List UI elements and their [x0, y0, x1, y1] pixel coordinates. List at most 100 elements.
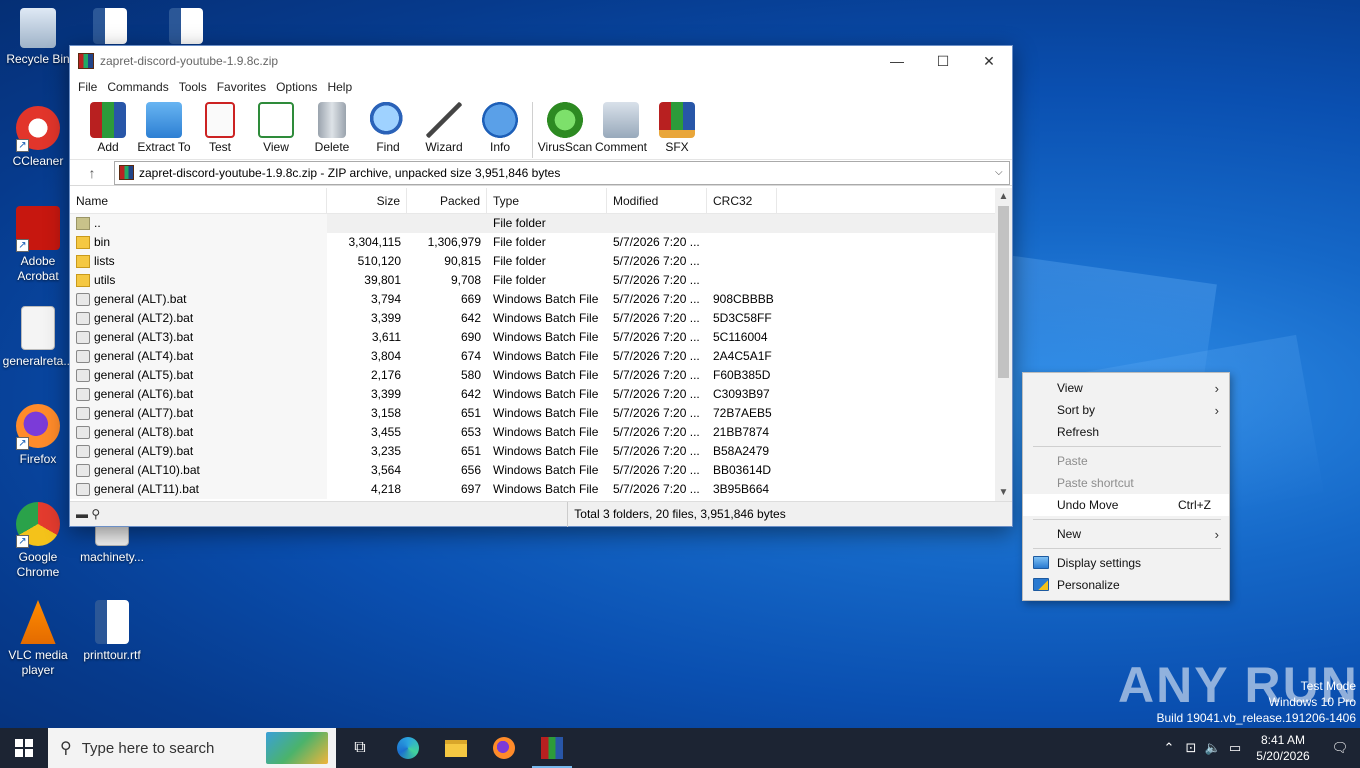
winrar-archive-icon — [119, 165, 134, 180]
column-header-packed[interactable]: Packed — [407, 188, 487, 214]
drive-key-icon[interactable]: ▬ ⚲ — [70, 507, 567, 521]
extract-folder-icon — [146, 102, 182, 138]
notification-icon[interactable]: 🗨 — [1320, 740, 1360, 756]
extract-to-button[interactable]: Extract To — [136, 98, 192, 154]
menu-options[interactable]: Options — [274, 80, 325, 94]
chevron-down-icon[interactable]: ⌵ — [995, 167, 1009, 178]
scroll-down-icon[interactable]: ▼ — [995, 484, 1012, 501]
menu-tools[interactable]: Tools — [177, 80, 215, 94]
file-modified-cell: 5/7/2026 7:20 ... — [613, 406, 700, 420]
vertical-scrollbar[interactable]: ▲ ▼ — [995, 188, 1012, 501]
title-bar[interactable]: zapret-discord-youtube-1.9.8c.zip — ☐ ✕ — [70, 46, 1012, 76]
file-row[interactable]: lists 510,120 90,815 File folder 5/7/2026 7:… — [70, 252, 1012, 271]
menu-item-label: View — [1057, 381, 1083, 395]
menu-item-refresh[interactable]: Refresh — [1023, 421, 1229, 443]
file-row[interactable]: general (ALT2).bat 3,399 642 Windows Batch … — [70, 309, 1012, 328]
file-list[interactable]: Name Size Packed Type Modified CRC32 .. F… — [70, 188, 1012, 501]
menu-item-new[interactable]: New › — [1023, 523, 1229, 545]
start-button[interactable] — [0, 728, 48, 768]
file-name-cell: bin — [70, 233, 327, 252]
scroll-up-icon[interactable]: ▲ — [995, 188, 1012, 205]
file-size-cell: 3,235 — [370, 444, 401, 458]
desktop-icon-word-doc[interactable] — [148, 8, 224, 48]
file-row[interactable]: general (ALT5).bat 2,176 580 Windows Batch … — [70, 366, 1012, 385]
find-button[interactable]: Find — [360, 98, 416, 154]
desktop-icon-word-doc[interactable] — [72, 8, 148, 48]
desktop-icon-printtour[interactable]: printtour.rtf — [74, 600, 150, 663]
folder-icon — [76, 236, 90, 249]
desktop-icon-image-file[interactable]: generalreta... — [0, 306, 76, 369]
word-doc-icon — [95, 600, 129, 644]
file-row[interactable]: general (ALT4).bat 3,804 674 Windows Batch … — [70, 347, 1012, 366]
menu-commands[interactable]: Commands — [105, 80, 176, 94]
file-row[interactable]: general (ALT9).bat 3,235 651 Windows Batch … — [70, 442, 1012, 461]
scrollbar-thumb[interactable] — [998, 206, 1009, 378]
archive-path-field[interactable]: zapret-discord-youtube-1.9.8c.zip - ZIP … — [114, 160, 1010, 185]
maximize-button[interactable]: ☐ — [920, 46, 966, 76]
desktop-icon-recycle-bin[interactable]: Recycle Bin — [0, 8, 76, 67]
menu-file[interactable]: File — [76, 80, 105, 94]
file-row[interactable]: bin 3,304,115 1,306,979 File folder 5/7/2026… — [70, 233, 1012, 252]
menu-help[interactable]: Help — [325, 80, 360, 94]
volume-icon[interactable]: 🔈 — [1202, 740, 1224, 756]
status-text: Total 3 folders, 20 files, 3,951,846 byt… — [567, 501, 792, 527]
clock[interactable]: 8:41 AM 5/20/2026 — [1246, 732, 1320, 764]
file-packed-cell — [407, 214, 487, 233]
taskbar-firefox[interactable] — [480, 728, 528, 768]
column-header-crc32[interactable]: CRC32 — [707, 188, 777, 214]
display-settings-icon — [1033, 556, 1049, 569]
wizard-button[interactable]: Wizard — [416, 98, 472, 154]
input-method-icon[interactable]: ▭ — [1224, 740, 1246, 756]
desktop-icon-chrome[interactable]: ↗ Google Chrome — [0, 502, 76, 580]
add-button[interactable]: Add — [80, 98, 136, 154]
file-row[interactable]: general (ALT10).bat 3,564 656 Windows Batch… — [70, 461, 1012, 480]
file-name-cell: general (ALT10).bat — [70, 461, 327, 480]
sfx-button[interactable]: SFX — [649, 98, 705, 154]
minimize-button[interactable]: — — [874, 46, 920, 76]
menu-item-undo-move[interactable]: Undo Move Ctrl+Z — [1023, 494, 1229, 516]
desktop-icon-ccleaner[interactable]: ↗ CCleaner — [0, 106, 76, 169]
desktop-icon-firefox[interactable]: ↗ Firefox — [0, 404, 76, 467]
menu-item-display-settings[interactable]: Display settings — [1023, 552, 1229, 574]
column-header-modified[interactable]: Modified — [607, 188, 707, 214]
file-row[interactable]: .. File folder — [70, 214, 1012, 233]
column-header-size[interactable]: Size — [327, 188, 407, 214]
network-icon[interactable]: ⊡ — [1180, 740, 1202, 756]
menu-item-label: Refresh — [1057, 425, 1100, 439]
desktop-icon-adobe-acrobat[interactable]: ↗ Adobe Acrobat — [0, 206, 76, 284]
menu-item-personalize[interactable]: Personalize — [1023, 574, 1229, 596]
chevron-up-icon[interactable]: ⌃ — [1158, 740, 1180, 756]
test-button[interactable]: Test — [192, 98, 248, 154]
close-button[interactable]: ✕ — [966, 46, 1012, 76]
delete-button[interactable]: Delete — [304, 98, 360, 154]
up-arrow-icon[interactable]: ↑ — [70, 165, 114, 181]
winrar-icon — [78, 53, 94, 69]
file-row[interactable]: general (ALT11).bat 4,218 697 Windows Batch… — [70, 480, 1012, 499]
winrar-window[interactable]: zapret-discord-youtube-1.9.8c.zip — ☐ ✕ … — [69, 45, 1013, 527]
file-row[interactable]: utils 39,801 9,708 File folder 5/7/2026 7:20… — [70, 271, 1012, 290]
menu-item-label: Sort by — [1057, 403, 1096, 417]
taskbar-search-box[interactable]: ⚲ Type here to search — [48, 728, 336, 768]
file-row[interactable]: general (ALT6).bat 3,399 642 Windows Batch … — [70, 385, 1012, 404]
taskbar-file-explorer[interactable] — [432, 728, 480, 768]
file-crc-cell: 72B7AEB5 — [713, 406, 772, 420]
column-header-type[interactable]: Type — [487, 188, 607, 214]
info-button[interactable]: Info — [472, 98, 528, 154]
menu-favorites[interactable]: Favorites — [215, 80, 274, 94]
column-header-name[interactable]: Name — [70, 188, 327, 214]
file-name-text: general (ALT10).bat — [94, 463, 200, 477]
file-row[interactable]: general (ALT8).bat 3,455 653 Windows Batch … — [70, 423, 1012, 442]
file-row[interactable]: general (ALT3).bat 3,611 690 Windows Batch … — [70, 328, 1012, 347]
taskbar-edge[interactable] — [384, 728, 432, 768]
view-button[interactable]: View — [248, 98, 304, 154]
file-row[interactable]: general (ALT7).bat 3,158 651 Windows Batch … — [70, 404, 1012, 423]
file-row[interactable]: general (ALT).bat 3,794 669 Windows Batch F… — [70, 290, 1012, 309]
menu-item-sort-by[interactable]: Sort by › — [1023, 399, 1229, 421]
taskbar-winrar[interactable] — [528, 728, 576, 768]
file-name-cell: .. — [70, 214, 327, 233]
virusscan-button[interactable]: VirusScan — [537, 98, 593, 154]
task-view-button[interactable]: ⧉ — [336, 728, 384, 768]
desktop-icon-vlc[interactable]: VLC media player — [0, 600, 76, 678]
menu-item-view[interactable]: View › — [1023, 377, 1229, 399]
comment-button[interactable]: Comment — [593, 98, 649, 154]
